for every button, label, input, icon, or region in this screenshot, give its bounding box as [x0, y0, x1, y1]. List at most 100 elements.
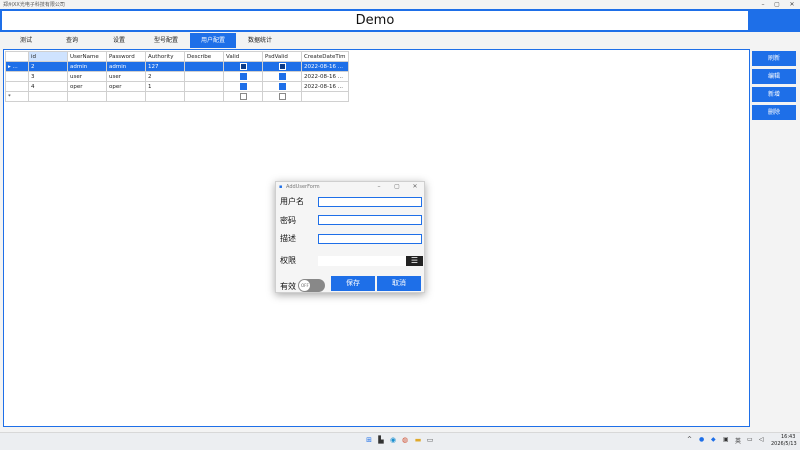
cell-username[interactable]: oper — [67, 81, 107, 92]
page-title: Demo — [355, 13, 395, 28]
cell-password[interactable]: admin — [106, 61, 146, 72]
tab-query[interactable]: 查询 — [50, 33, 94, 48]
refresh-button[interactable]: 刷新 — [752, 51, 796, 66]
network-icon[interactable]: ▭ — [747, 436, 753, 443]
cell-describe[interactable] — [184, 91, 224, 102]
cell-username[interactable]: user — [67, 71, 107, 82]
row-marker[interactable] — [5, 81, 29, 92]
psdvalid-checkbox[interactable] — [278, 73, 286, 80]
cell-authority[interactable]: 2 — [145, 71, 185, 82]
authority-label: 权限 — [280, 256, 296, 265]
windows-icon[interactable]: ⊞ — [365, 436, 373, 444]
tab-test[interactable]: 测试 — [4, 33, 48, 48]
cell-describe[interactable] — [184, 71, 224, 82]
table-row[interactable]: 4 oper oper 1 2022-08-16 ... — [5, 81, 349, 92]
cell-valid[interactable] — [223, 71, 263, 82]
cell-psdvalid[interactable] — [262, 91, 302, 102]
column-header[interactable]: CreateDateTim — [301, 51, 349, 62]
maximize-icon[interactable]: ▢ — [770, 0, 784, 9]
tab-statistics[interactable]: 数据统计 — [237, 33, 283, 48]
psdvalid-checkbox[interactable] — [278, 63, 286, 70]
tray-overflow-icon[interactable]: ^ — [687, 436, 692, 443]
column-header[interactable]: id — [28, 51, 68, 62]
cell-psdvalid[interactable] — [262, 71, 302, 82]
menu-icon[interactable]: ☰ — [406, 256, 423, 266]
row-marker[interactable]: * — [5, 91, 29, 102]
tray-app-icon[interactable]: ▣ — [723, 436, 729, 443]
cancel-button[interactable]: 取消 — [377, 276, 421, 291]
minimize-icon[interactable]: – — [373, 183, 385, 191]
password-input[interactable] — [318, 215, 422, 225]
cell-authority[interactable]: 1 — [145, 81, 185, 92]
valid-checkbox[interactable] — [239, 73, 247, 80]
tray-app-icon[interactable]: ◆ — [711, 436, 716, 443]
cell-describe[interactable] — [184, 61, 224, 72]
folder-icon[interactable]: ▬ — [414, 436, 422, 444]
psdvalid-checkbox[interactable] — [278, 83, 286, 90]
cell-created[interactable] — [301, 91, 349, 102]
file-explorer-icon[interactable]: ▙ — [377, 436, 385, 444]
table-row[interactable]: 3 user user 2 2022-08-16 ... — [5, 71, 349, 82]
cell-id[interactable]: 3 — [28, 71, 68, 82]
column-header[interactable]: Valid — [223, 51, 263, 62]
cell-id[interactable]: 4 — [28, 81, 68, 92]
cell-psdvalid[interactable] — [262, 81, 302, 92]
cell-password[interactable]: oper — [106, 81, 146, 92]
authority-field[interactable] — [318, 256, 406, 266]
valid-label: 有效 — [280, 282, 296, 291]
edit-button[interactable]: 编辑 — [752, 69, 796, 84]
volume-icon[interactable]: ◁ — [759, 436, 764, 443]
describe-input[interactable] — [318, 234, 422, 244]
close-icon[interactable]: ✕ — [409, 183, 421, 191]
cell-created[interactable]: 2022-08-16 ... — [301, 81, 349, 92]
cell-password[interactable]: user — [106, 71, 146, 82]
column-header[interactable]: PsdValid — [262, 51, 302, 62]
column-header[interactable]: Describe — [184, 51, 224, 62]
new-row[interactable]: * — [5, 91, 349, 102]
input-language-indicator[interactable]: 英 — [735, 436, 741, 445]
column-header[interactable]: Authority — [145, 51, 185, 62]
tab-user-config[interactable]: 用户配置 — [190, 33, 236, 48]
cell-created[interactable]: 2022-08-16 ... — [301, 71, 349, 82]
close-icon[interactable]: ✕ — [785, 0, 799, 9]
clock-date[interactable]: 2026/5/13 — [771, 441, 797, 447]
tray-app-icon[interactable]: ● — [699, 436, 704, 443]
delete-button[interactable]: 删除 — [752, 105, 796, 120]
cell-authority[interactable] — [145, 91, 185, 102]
cell-describe[interactable] — [184, 81, 224, 92]
valid-checkbox[interactable] — [239, 93, 247, 100]
minimize-icon[interactable]: – — [756, 0, 770, 9]
cell-valid[interactable] — [223, 61, 263, 72]
user-grid[interactable]: id UserName Password Authority Describe … — [5, 51, 349, 102]
psdvalid-checkbox[interactable] — [278, 93, 286, 100]
valid-checkbox[interactable] — [239, 83, 247, 90]
maximize-icon[interactable]: ▢ — [391, 183, 403, 191]
cell-valid[interactable] — [223, 81, 263, 92]
username-input[interactable] — [318, 197, 422, 207]
tab-model-config[interactable]: 型号配置 — [143, 33, 189, 48]
cell-psdvalid[interactable] — [262, 61, 302, 72]
cell-valid[interactable] — [223, 91, 263, 102]
column-header[interactable]: UserName — [67, 51, 107, 62]
cell-username[interactable]: admin — [67, 61, 107, 72]
save-button[interactable]: 保存 — [331, 276, 375, 291]
cell-username[interactable] — [67, 91, 107, 102]
username-label: 用户名 — [280, 197, 304, 206]
dialog-app-icon: ▪ — [279, 184, 283, 190]
cell-id[interactable]: 2 — [28, 61, 68, 72]
cell-password[interactable] — [106, 91, 146, 102]
edge-icon[interactable]: ◉ — [389, 436, 397, 444]
row-marker[interactable] — [5, 71, 29, 82]
add-button[interactable]: 新增 — [752, 87, 796, 102]
clock-time[interactable]: 16:43 — [781, 434, 795, 440]
cell-authority[interactable]: 127 — [145, 61, 185, 72]
valid-checkbox[interactable] — [239, 63, 247, 70]
table-row[interactable]: ▸ ... 2 admin admin 127 2022-08-16 ... — [5, 61, 349, 72]
cell-id[interactable] — [28, 91, 68, 102]
column-header[interactable]: Password — [106, 51, 146, 62]
tab-settings[interactable]: 设置 — [97, 33, 141, 48]
row-marker[interactable]: ▸ ... — [5, 61, 29, 72]
cell-created[interactable]: 2022-08-16 ... — [301, 61, 349, 72]
chrome-icon[interactable]: ◍ — [401, 436, 409, 444]
app-icon[interactable]: ▭ — [426, 436, 434, 444]
